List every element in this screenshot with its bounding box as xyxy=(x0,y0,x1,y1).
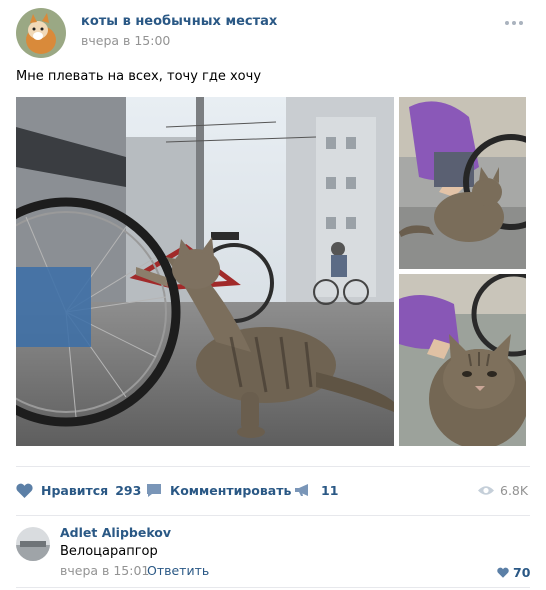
share-button[interactable]: 11 xyxy=(294,476,338,504)
post-photo-main[interactable] xyxy=(16,97,394,446)
comment-label: Комментировать xyxy=(170,482,292,498)
divider xyxy=(16,466,530,467)
dot xyxy=(519,21,523,25)
reply-link[interactable]: Ответить xyxy=(147,563,209,578)
comment-timestamp[interactable]: вчера в 15:01 xyxy=(60,563,149,578)
eye-icon xyxy=(478,481,494,500)
views-count: 6.8K xyxy=(500,483,529,498)
views-counter: 6.8K xyxy=(478,481,528,500)
comment-like-button[interactable]: 70 xyxy=(497,563,530,582)
comment-like-count: 70 xyxy=(513,565,531,580)
dot xyxy=(512,21,516,25)
group-avatar[interactable] xyxy=(16,8,66,58)
comment-icon xyxy=(146,483,162,498)
divider xyxy=(16,587,530,588)
comment-author-link[interactable]: Adlet Alipbekov xyxy=(60,525,171,540)
group-name-link[interactable]: коты в необычных местах xyxy=(81,14,277,29)
heart-icon xyxy=(16,483,33,498)
megaphone-icon xyxy=(294,483,312,497)
share-count: 11 xyxy=(321,482,339,498)
like-count: 293 xyxy=(115,482,142,498)
comment-button[interactable]: Комментировать xyxy=(146,476,291,504)
post-photo-2[interactable] xyxy=(399,97,526,269)
heart-icon xyxy=(497,563,509,582)
like-label: Нравится xyxy=(41,482,109,498)
more-options-icon[interactable] xyxy=(505,18,527,28)
post-text: Мне плевать на всех, точу где хочу xyxy=(16,69,262,84)
post-card: коты в необычных местах вчера в 15:00 Мн… xyxy=(0,0,546,590)
post-photo-3[interactable] xyxy=(399,274,526,446)
post-timestamp[interactable]: вчера в 15:00 xyxy=(81,33,170,48)
comment-author-avatar[interactable] xyxy=(16,527,50,561)
dot xyxy=(505,21,509,25)
comment-text: Велоцарапгор xyxy=(60,544,158,559)
like-button[interactable]: Нравится 293 xyxy=(16,476,141,504)
divider xyxy=(16,515,530,516)
